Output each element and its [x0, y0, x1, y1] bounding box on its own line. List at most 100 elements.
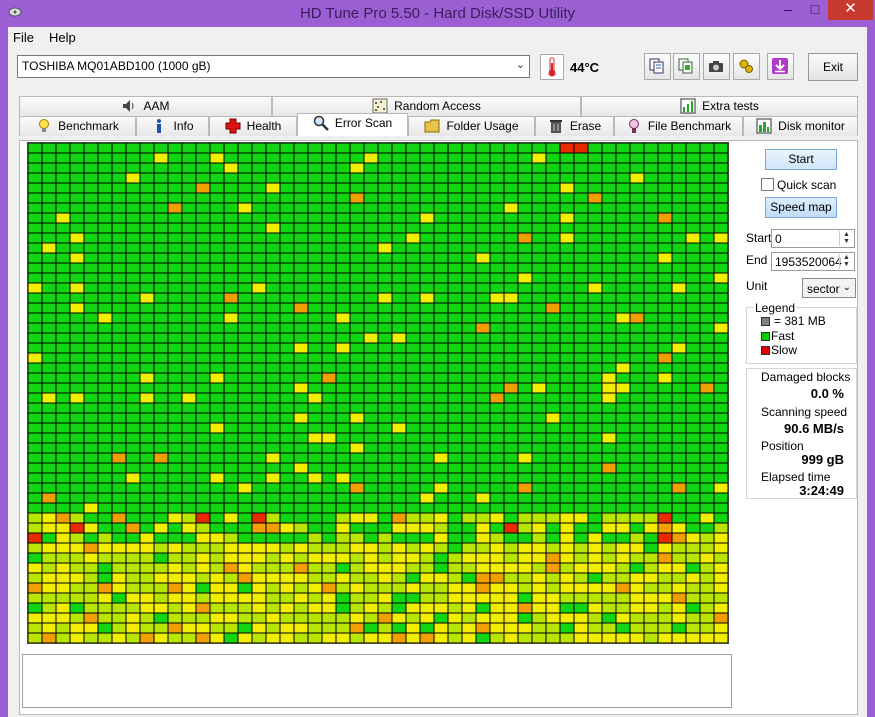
menu-help[interactable]: Help	[49, 30, 76, 45]
scan-block	[630, 283, 644, 293]
close-button[interactable]: ✕	[828, 0, 873, 20]
scan-block	[84, 233, 98, 243]
scan-block	[266, 263, 280, 273]
scan-block	[588, 273, 602, 283]
tab-health[interactable]: Health	[209, 116, 297, 136]
tab-info[interactable]: Info	[136, 116, 209, 136]
scan-block	[476, 373, 490, 383]
drive-select[interactable]: TOSHIBA MQ01ABD100 (1000 gB) ⌄	[17, 55, 530, 78]
scan-block	[504, 593, 518, 603]
scan-block	[546, 573, 560, 583]
maximize-button[interactable]: □	[802, 0, 828, 20]
scan-block	[210, 443, 224, 453]
scan-block	[182, 533, 196, 543]
scan-block	[518, 393, 532, 403]
scan-block	[140, 543, 154, 553]
scan-block	[224, 623, 238, 633]
scan-block	[644, 523, 658, 533]
tab-error-scan[interactable]: Error Scan	[297, 113, 408, 136]
scan-block	[238, 203, 252, 213]
quick-scan-checkbox[interactable]	[761, 178, 774, 191]
options-button[interactable]	[733, 53, 760, 80]
scan-block	[518, 313, 532, 323]
scan-block	[532, 473, 546, 483]
tab-folder-usage[interactable]: Folder Usage	[408, 116, 535, 136]
save-button[interactable]	[767, 53, 794, 80]
end-field[interactable]: 1953520064 ▲ ▼	[771, 252, 855, 271]
scan-block	[630, 373, 644, 383]
scan-block	[406, 233, 420, 243]
scan-block	[588, 633, 602, 643]
scan-block	[280, 223, 294, 233]
scan-block	[560, 323, 574, 333]
scan-block	[210, 343, 224, 353]
spinner-arrows-icon[interactable]: ▲ ▼	[839, 254, 853, 269]
scan-block	[224, 293, 238, 303]
scan-block	[644, 243, 658, 253]
scan-block	[392, 283, 406, 293]
scan-block	[252, 603, 266, 613]
scan-log-box[interactable]	[22, 654, 732, 708]
scan-block	[280, 393, 294, 403]
scan-block	[686, 453, 700, 463]
scan-block	[336, 263, 350, 273]
scan-block	[434, 323, 448, 333]
scan-block	[350, 173, 364, 183]
scan-block	[406, 183, 420, 193]
tab-disk-monitor[interactable]: Disk monitor	[743, 116, 858, 136]
copy-text-button[interactable]	[644, 53, 671, 80]
tab-erase[interactable]: Erase	[535, 116, 614, 136]
quick-scan-label[interactable]: Quick scan	[777, 178, 836, 192]
tab-aam[interactable]: AAM	[19, 96, 272, 116]
scan-block	[280, 583, 294, 593]
scan-block	[448, 413, 462, 423]
scan-block	[546, 273, 560, 283]
scan-block	[182, 203, 196, 213]
scan-block	[252, 333, 266, 343]
speed-map-button[interactable]: Speed map	[765, 197, 837, 218]
scan-block	[196, 543, 210, 553]
scan-block	[518, 383, 532, 393]
scan-block	[560, 273, 574, 283]
scan-block	[294, 143, 308, 153]
start-field[interactable]: 0 ▲ ▼	[771, 229, 855, 248]
exit-button[interactable]: Exit	[808, 53, 858, 81]
scan-block	[266, 313, 280, 323]
scan-block	[420, 303, 434, 313]
scan-block	[686, 523, 700, 533]
scan-block	[84, 593, 98, 603]
scan-block	[224, 283, 238, 293]
scan-block	[70, 443, 84, 453]
scan-block	[182, 173, 196, 183]
scan-block	[714, 173, 728, 183]
tab-file-benchmark[interactable]: File Benchmark	[614, 116, 743, 136]
screenshot-button[interactable]	[703, 53, 730, 80]
unit-select[interactable]: sector ⌄	[802, 278, 856, 298]
scan-block	[238, 503, 252, 513]
scan-block	[574, 383, 588, 393]
spinner-arrows-icon[interactable]: ▲ ▼	[839, 231, 853, 246]
menu-file[interactable]: File	[13, 30, 34, 45]
scan-block	[504, 443, 518, 453]
scan-block	[518, 333, 532, 343]
scan-block	[602, 523, 616, 533]
scan-block	[462, 473, 476, 483]
scan-block	[266, 473, 280, 483]
scan-block	[98, 513, 112, 523]
minimize-button[interactable]: –	[774, 0, 802, 20]
scan-block	[364, 293, 378, 303]
tab-benchmark[interactable]: Benchmark	[19, 116, 136, 136]
scan-block	[532, 533, 546, 543]
scan-block	[462, 333, 476, 343]
scan-block	[322, 593, 336, 603]
start-button[interactable]: Start	[765, 149, 837, 170]
scan-block	[686, 573, 700, 583]
scan-block	[112, 593, 126, 603]
scan-block	[140, 573, 154, 583]
copy-info-button[interactable]	[673, 53, 700, 80]
scan-block	[546, 363, 560, 373]
tab-extra-tests[interactable]: Extra tests	[581, 96, 858, 116]
scan-block	[504, 413, 518, 423]
scan-block	[658, 613, 672, 623]
scan-block	[84, 323, 98, 333]
